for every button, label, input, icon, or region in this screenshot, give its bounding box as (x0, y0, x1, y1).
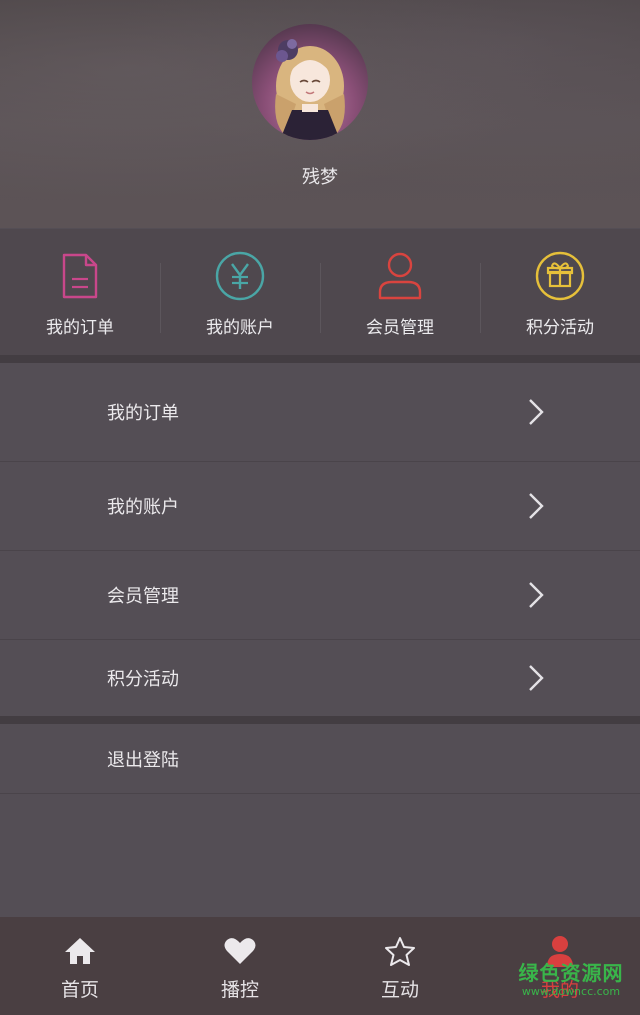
heart-icon (224, 935, 256, 967)
avatar-image (275, 39, 345, 140)
menu-item-label: 我的账户 (107, 497, 179, 518)
menu-item-member-management[interactable]: 会员管理 (0, 551, 640, 640)
quick-my-orders[interactable]: 我的订单 (0, 229, 160, 355)
menu-item-label: 我的订单 (107, 403, 179, 424)
user-icon (373, 249, 427, 303)
menu-item-my-orders[interactable]: 我的订单 (0, 363, 640, 462)
menu-item-points-activity[interactable]: 积分活动 (0, 640, 640, 716)
quick-member-management[interactable]: 会员管理 (320, 229, 480, 355)
star-icon (384, 935, 416, 967)
person-icon (545, 935, 575, 967)
tab-home[interactable]: 首页 (0, 917, 160, 1015)
chevron-right-icon (529, 493, 544, 519)
menu-item-label: 会员管理 (107, 586, 179, 607)
quick-my-account[interactable]: 我的账户 (160, 229, 320, 355)
quick-label: 我的订单 (46, 318, 114, 338)
tab-label: 播控 (220, 979, 259, 1001)
quick-actions: 我的订单 我的账户 会员管理 积分活动 (0, 229, 640, 355)
quick-label: 我的账户 (206, 318, 274, 338)
avatar[interactable] (252, 24, 368, 140)
tab-label: 我的 (540, 979, 579, 1001)
yuan-icon (213, 249, 267, 303)
home-icon (64, 935, 96, 967)
menu-item-label: 积分活动 (107, 669, 179, 690)
logout-button[interactable]: 退出登陆 (0, 724, 640, 794)
gift-icon (533, 249, 587, 303)
document-icon (53, 249, 107, 303)
tab-label: 首页 (60, 979, 99, 1001)
chevron-right-icon (529, 399, 544, 425)
bottom-tab-bar: 首页 播控 互动 我的 (0, 917, 640, 1015)
chevron-right-icon (529, 665, 544, 691)
section-divider (0, 355, 640, 363)
tab-control[interactable]: 播控 (160, 917, 320, 1015)
menu-list: 我的订单 我的账户 会员管理 积分活动 (0, 363, 640, 716)
tab-mine[interactable]: 我的 (480, 917, 640, 1015)
quick-label: 积分活动 (526, 318, 594, 338)
chevron-right-icon (529, 582, 544, 608)
username: 残梦 (302, 167, 338, 188)
logout-label: 退出登陆 (107, 749, 179, 771)
quick-label: 会员管理 (366, 318, 434, 338)
quick-points-activity[interactable]: 积分活动 (480, 229, 640, 355)
tab-label: 互动 (380, 979, 419, 1001)
menu-item-my-account[interactable]: 我的账户 (0, 462, 640, 551)
tab-interact[interactable]: 互动 (320, 917, 480, 1015)
section-divider (0, 716, 640, 724)
profile-header: 残梦 (0, 0, 640, 228)
